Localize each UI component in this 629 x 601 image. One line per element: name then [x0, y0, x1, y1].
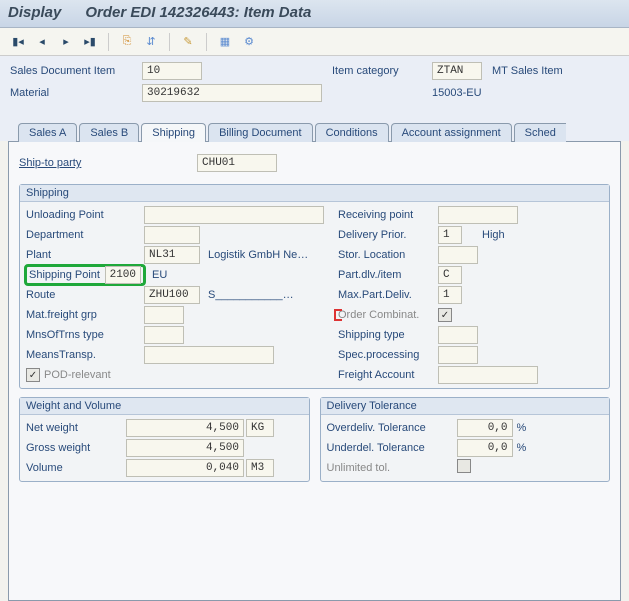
mat-freight-label: Mat.freight grp: [26, 309, 144, 321]
freight-account-field[interactable]: [438, 366, 538, 384]
item-category-text: MT Sales Item: [492, 65, 612, 77]
shipping-type-field[interactable]: [438, 326, 478, 344]
volume-label: Volume: [26, 462, 126, 474]
order-combinat-label: Order Combinat.: [338, 309, 438, 321]
material-text: 15003-EU: [432, 87, 612, 99]
tab-body: Ship-to party CHU01 Shipping Unloading P…: [8, 141, 621, 601]
max-part-deliv-label: Max.Part.Deliv.: [338, 289, 438, 301]
shipping-type-label: Shipping type: [338, 329, 438, 341]
ship-to-field[interactable]: CHU01: [197, 154, 277, 172]
change-icon[interactable]: ✎: [178, 32, 198, 52]
plant-field[interactable]: NL31: [144, 246, 200, 264]
tab-account[interactable]: Account assignment: [391, 123, 512, 142]
volume-unit[interactable]: M3: [246, 459, 274, 477]
shipping-group-title: Shipping: [20, 185, 609, 202]
item-category-label: Item category: [332, 65, 432, 77]
config-icon[interactable]: ⚙: [239, 32, 259, 52]
weight-volume-title: Weight and Volume: [20, 398, 309, 415]
delivery-prior-field[interactable]: 1: [438, 226, 462, 244]
tab-billing[interactable]: Billing Document: [208, 123, 313, 142]
delivery-prior-text: High: [482, 229, 542, 241]
item-category-field: ZTAN: [432, 62, 482, 80]
delivery-tol-title: Delivery Tolerance: [321, 398, 610, 415]
app-title: Display: [8, 4, 61, 23]
route-text: S___________…: [208, 289, 338, 301]
tab-sales-a[interactable]: Sales A: [18, 123, 77, 142]
net-weight-unit[interactable]: KG: [246, 419, 274, 437]
overdeliv-label: Overdeliv. Tolerance: [327, 422, 457, 434]
next-icon[interactable]: ▸: [56, 32, 76, 52]
shipping-group: Shipping Unloading Point Receiving point…: [19, 184, 610, 389]
unlimited-tol-checkbox: [457, 459, 471, 473]
toolbar: ▮◂ ◂ ▸ ▸▮ ⎘ ⇵ ✎ ▦ ⚙: [0, 28, 629, 56]
display-header-icon[interactable]: ⎘: [117, 32, 137, 52]
prev-icon[interactable]: ◂: [32, 32, 52, 52]
volume-field[interactable]: 0,040: [126, 459, 244, 477]
stor-location-field[interactable]: [438, 246, 478, 264]
receiving-point-field[interactable]: [438, 206, 518, 224]
max-part-deliv-field[interactable]: 1: [438, 286, 462, 304]
object-icon[interactable]: ▦: [215, 32, 235, 52]
plant-text: Logistik GmbH Ne…: [208, 249, 338, 261]
shipping-point-text: EU: [144, 269, 338, 281]
pod-checkbox: ✓: [26, 368, 40, 382]
meanstransp-field[interactable]: [144, 346, 274, 364]
tab-sales-b[interactable]: Sales B: [79, 123, 139, 142]
route-label: Route: [26, 289, 144, 301]
mat-freight-field[interactable]: [144, 306, 184, 324]
first-icon[interactable]: ▮◂: [8, 32, 28, 52]
net-weight-label: Net weight: [26, 422, 126, 434]
receiving-point-label: Receiving point: [338, 209, 438, 221]
sales-doc-item-label: Sales Document Item: [10, 65, 142, 77]
unlimited-tol-label: Unlimited tol.: [327, 462, 457, 474]
meanstransp-label: MeansTransp.: [26, 349, 144, 361]
stor-location-label: Stor. Location: [338, 249, 438, 261]
shipping-point-label: Shipping Point: [29, 269, 105, 281]
unloading-point-field[interactable]: [144, 206, 324, 224]
net-weight-field[interactable]: 4,500: [126, 419, 244, 437]
material-label: Material: [10, 87, 142, 99]
overdeliv-pct: %: [517, 422, 537, 434]
shipping-point-field[interactable]: 2100: [105, 266, 141, 284]
doc-title: Order EDI 142326443: Item Data: [85, 4, 311, 23]
tab-sched[interactable]: Sched: [514, 123, 566, 142]
overdeliv-field[interactable]: 0,0: [457, 419, 513, 437]
underdel-label: Underdel. Tolerance: [327, 442, 457, 454]
display-doc-flow-icon[interactable]: ⇵: [141, 32, 161, 52]
part-dlv-field[interactable]: C: [438, 266, 462, 284]
tab-strip: Sales A Sales B Shipping Billing Documen…: [0, 104, 629, 141]
part-dlv-label: Part.dlv./item: [338, 269, 438, 281]
spec-processing-label: Spec.processing: [338, 349, 438, 361]
last-icon[interactable]: ▸▮: [80, 32, 100, 52]
underdel-field[interactable]: 0,0: [457, 439, 513, 457]
delivery-tol-group: Delivery Tolerance Overdeliv. Tolerance …: [320, 397, 611, 482]
pod-label: POD-relevant: [44, 369, 111, 381]
weight-volume-group: Weight and Volume Net weight 4,500 KG Gr…: [19, 397, 310, 482]
mnsoftrns-label: MnsOfTrns type: [26, 329, 144, 341]
tab-conditions[interactable]: Conditions: [315, 123, 389, 142]
spec-processing-field[interactable]: [438, 346, 478, 364]
ship-to-label: Ship-to party: [19, 157, 139, 169]
freight-account-label: Freight Account: [338, 369, 438, 381]
underdel-pct: %: [517, 442, 537, 454]
gross-weight-field[interactable]: 4,500: [126, 439, 244, 457]
tab-shipping[interactable]: Shipping: [141, 123, 206, 142]
order-combinat-checkbox: ✓: [438, 308, 452, 322]
route-field[interactable]: ZHU100: [144, 286, 200, 304]
mnsoftrns-field[interactable]: [144, 326, 184, 344]
material-field: 30219632: [142, 84, 322, 102]
delivery-prior-label: Delivery Prior.: [338, 229, 438, 241]
sales-doc-item-field: 10: [142, 62, 202, 80]
gross-weight-label: Gross weight: [26, 442, 126, 454]
unloading-point-label: Unloading Point: [26, 209, 144, 221]
department-field[interactable]: [144, 226, 200, 244]
department-label: Department: [26, 229, 144, 241]
plant-label: Plant: [26, 249, 144, 261]
